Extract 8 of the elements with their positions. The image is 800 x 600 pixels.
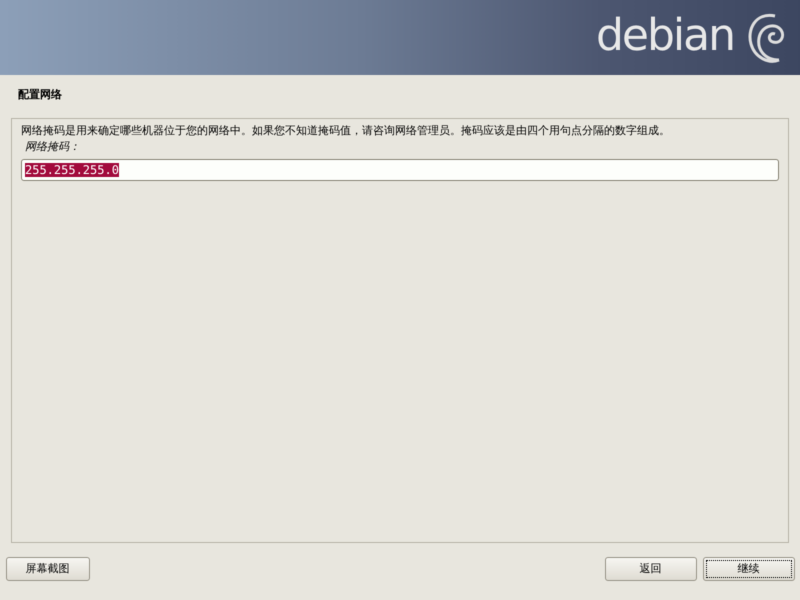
page-title: 配置网络 — [18, 88, 62, 101]
dialog-button[interactable]: 返回 — [604, 557, 696, 581]
description-text: 网络掩码是用来确定哪些机器位于您的网络中。如果您不知道掩码值，请咨询网络管理员。掩码应该是由四个用句点分隔的数字组成。 — [21, 123, 671, 139]
dialog-button[interactable]: 屏幕截图 — [6, 557, 90, 581]
dialog-button[interactable]: 继续 — [702, 557, 794, 581]
netmask-field[interactable]: 255.255.255.0 — [21, 159, 779, 181]
field-label: 网络掩码： — [25, 140, 80, 153]
debian-logo-text: debian — [596, 14, 734, 58]
